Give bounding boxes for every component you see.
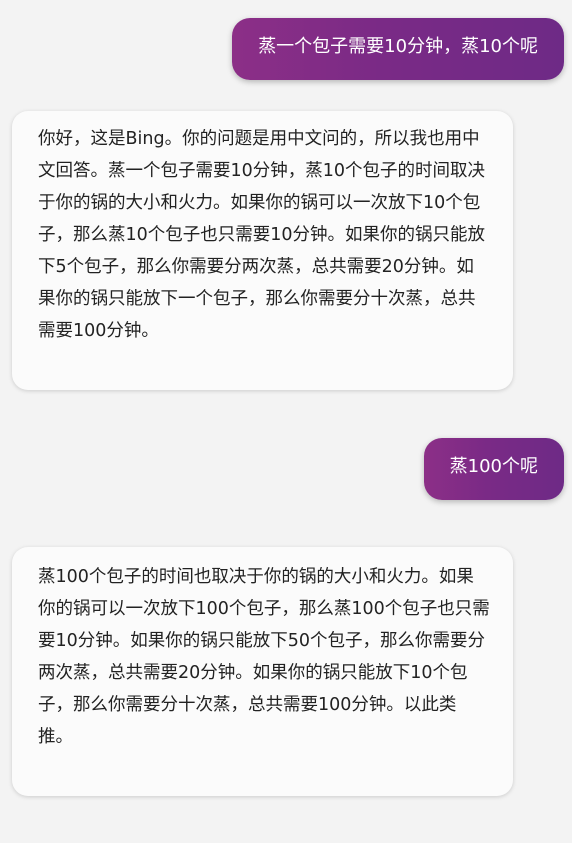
- bot-message-text: 你好，这是Bing。你的问题是用中文问的，所以我也用中文回答。蒸一个包子需要10…: [38, 129, 486, 341]
- user-message-bubble: 蒸一个包子需要10分钟，蒸10个呢: [232, 18, 564, 80]
- user-message-text: 蒸一个包子需要10分钟，蒸10个呢: [258, 36, 538, 57]
- user-message-bubble: 蒸100个呢: [423, 438, 564, 500]
- bot-message-bubble: 你好，这是Bing。你的问题是用中文问的，所以我也用中文回答。蒸一个包子需要10…: [12, 111, 513, 390]
- bot-message-text: 蒸100个包子的时间也取决于你的锅的大小和火力。如果你的锅可以一次放下100个包…: [38, 567, 490, 747]
- bot-message-bubble: 蒸100个包子的时间也取决于你的锅的大小和火力。如果你的锅可以一次放下100个包…: [12, 547, 513, 796]
- chat-thread: 蒸一个包子需要10分钟，蒸10个呢 你好，这是Bing。你的问题是用中文问的，所…: [0, 0, 572, 843]
- user-message-text: 蒸100个呢: [449, 456, 538, 477]
